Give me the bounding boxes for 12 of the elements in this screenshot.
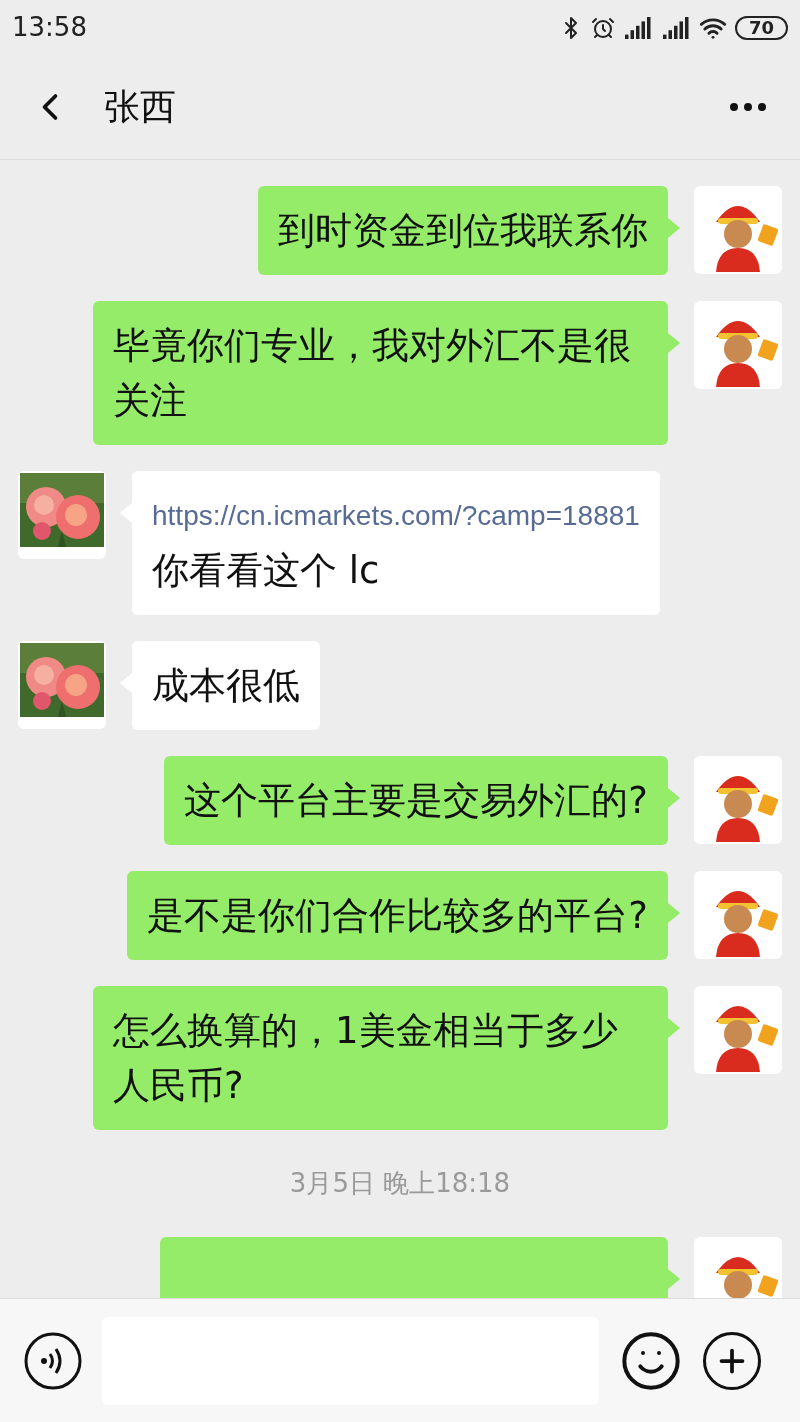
message-bubble[interactable]: 怎么换算的，1美金相当于多少人民币?	[93, 986, 668, 1130]
message-bubble[interactable]: 是不是你们合作比较多的平台?	[127, 871, 668, 960]
message-link[interactable]: https://cn.icmarkets.com/?camp=18881	[152, 488, 640, 543]
timestamp: 3月5日 晚上18:18	[289, 1167, 511, 1200]
message-bubble[interactable]: 成本很低	[132, 641, 320, 730]
status-time: 13:58	[12, 11, 87, 44]
message-bubble[interactable]: 这个平台主要是交易外汇的?	[164, 756, 668, 845]
chat-title: 张西	[104, 85, 176, 129]
message-bubble[interactable]: https://cn.icmarkets.com/?camp=18881 你看看这个 lc	[132, 471, 660, 615]
message-bubble[interactable]: 到时资金到位我联系你	[258, 186, 668, 275]
battery-indicator: 70	[734, 15, 788, 40]
message-bubble[interactable]: 毕竟你们专业，我对外汇不是很关注	[93, 301, 668, 445]
